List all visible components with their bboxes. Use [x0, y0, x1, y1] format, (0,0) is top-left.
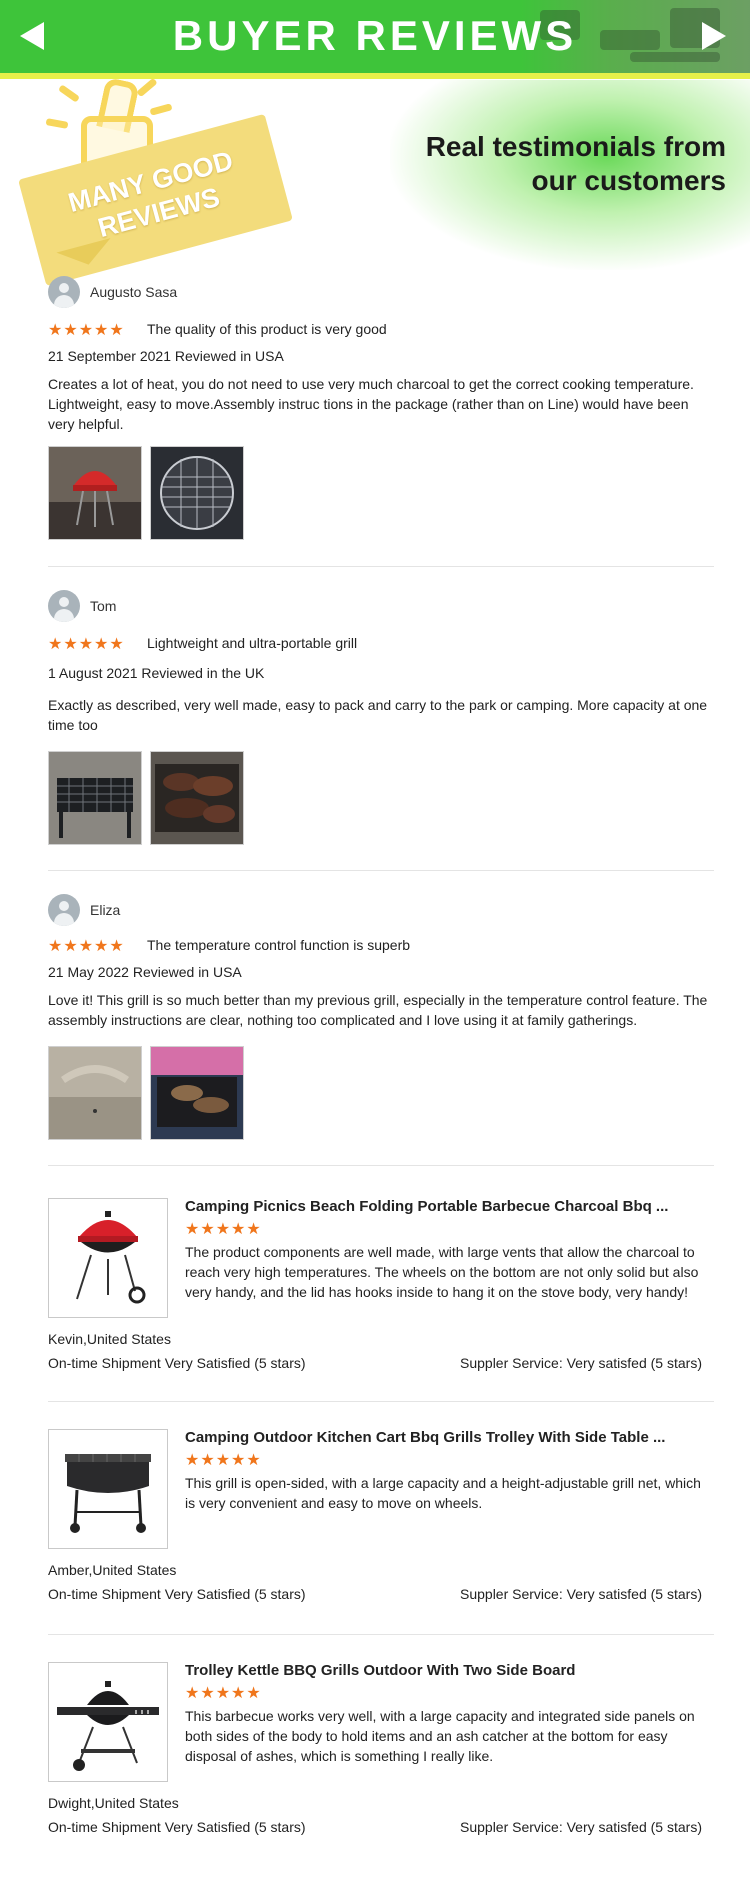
avatar: [48, 276, 80, 308]
avatar: [48, 894, 80, 926]
avatar: [48, 590, 80, 622]
reviewer-name: Eliza: [90, 902, 121, 918]
review-photo[interactable]: [48, 1046, 142, 1140]
hero-tagline: Real testimonials from our customers: [426, 130, 726, 198]
many-good-reviews-badge: MANY GOOD REVIEWS: [18, 70, 293, 287]
product-image[interactable]: [48, 1198, 168, 1318]
review-text: Exactly as described, very well made, ea…: [48, 697, 708, 733]
divider: [48, 566, 714, 567]
divider: [48, 1165, 714, 1166]
review-text: Creates a lot of heat, you do not need t…: [48, 376, 694, 432]
review-date: 21 May 2022 Reviewed in USA: [48, 964, 242, 980]
review-date: 1 August 2021 Reviewed in the UK: [48, 665, 265, 681]
supplier-service-rating: Suppler Service: Very satisfed (5 stars): [460, 1355, 702, 1371]
divider: [48, 1634, 714, 1635]
shipment-rating: On-time Shipment Very Satisfied (5 stars…: [48, 1586, 306, 1602]
review-photo[interactable]: [48, 446, 142, 540]
star-rating: ★★★★★: [185, 1685, 262, 1702]
reviewer-location: Amber,United States: [48, 1562, 177, 1578]
review-text: Love it! This grill is so much better th…: [48, 992, 708, 1028]
page-title: BUYER REVIEWS: [172, 12, 578, 59]
reviewer-name: Tom: [90, 598, 117, 614]
review-headline: The quality of this product is very good: [147, 321, 387, 337]
product-image[interactable]: [48, 1662, 168, 1782]
shipment-rating: On-time Shipment Very Satisfied (5 stars…: [48, 1819, 306, 1835]
star-rating: ★★★★★: [48, 322, 125, 339]
supplier-service-rating: Suppler Service: Very satisfed (5 stars): [460, 1586, 702, 1602]
product-title[interactable]: Camping Outdoor Kitchen Cart Bbq Grills …: [185, 1429, 705, 1446]
divider: [48, 1401, 714, 1402]
product-image[interactable]: [48, 1429, 168, 1549]
reviewer-location: Kevin,United States: [48, 1331, 171, 1347]
star-rating: ★★★★★: [48, 636, 125, 653]
product-review-text: This grill is open-sided, with a large c…: [185, 1475, 701, 1511]
supplier-service-rating: Suppler Service: Very satisfed (5 stars): [460, 1819, 702, 1835]
review-photo[interactable]: [48, 751, 142, 845]
review-date: 21 September 2021 Reviewed in USA: [48, 348, 284, 364]
star-rating: ★★★★★: [185, 1452, 262, 1469]
review-headline: The temperature control function is supe…: [147, 937, 411, 953]
review-headline: Lightweight and ultra-portable grill: [147, 635, 358, 651]
divider: [48, 870, 714, 871]
reviewer-name: Augusto Sasa: [90, 284, 178, 300]
tagline-line-1: Real testimonials from: [425, 131, 726, 162]
product-review-text: This barbecue works very well, with a la…: [185, 1708, 695, 1764]
tagline-line-2: our customers: [531, 165, 727, 196]
review-photo[interactable]: [150, 1046, 244, 1140]
review-photo[interactable]: [150, 751, 244, 845]
star-rating: ★★★★★: [185, 1221, 262, 1238]
product-review-text: The product components are well made, wi…: [185, 1244, 699, 1300]
review-photo[interactable]: [150, 446, 244, 540]
product-title[interactable]: Trolley Kettle BBQ Grills Outdoor With T…: [185, 1662, 705, 1679]
triangle-right-icon[interactable]: [702, 22, 726, 50]
header-banner: BUYER REVIEWS: [0, 0, 750, 73]
product-title[interactable]: Camping Picnics Beach Folding Portable B…: [185, 1198, 705, 1215]
reviewer-location: Dwight,United States: [48, 1795, 179, 1811]
shipment-rating: On-time Shipment Very Satisfied (5 stars…: [48, 1355, 306, 1371]
star-rating: ★★★★★: [48, 938, 125, 955]
